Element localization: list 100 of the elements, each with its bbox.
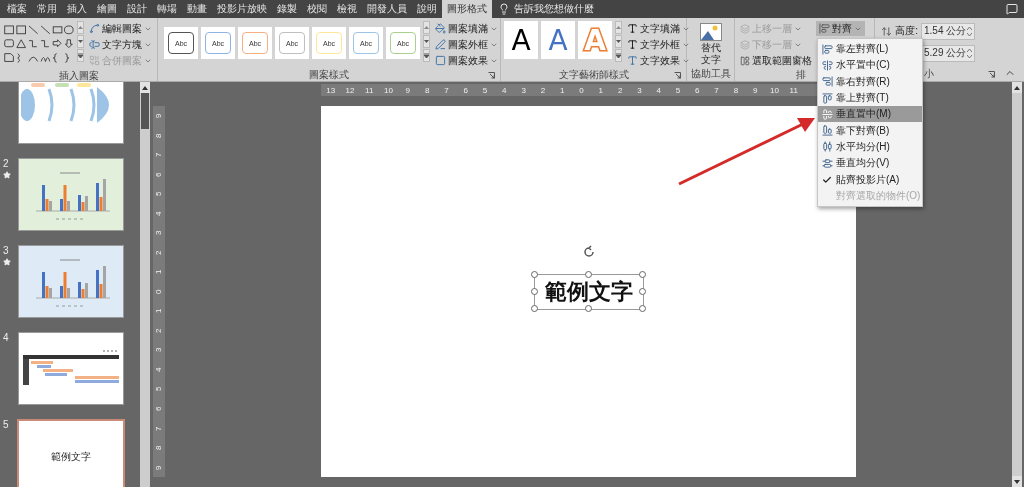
scrollbar-thumb[interactable] — [141, 93, 149, 129]
resize-handle[interactable] — [530, 304, 538, 312]
ribbon-tab[interactable]: 轉場 — [152, 0, 182, 18]
ribbon-button[interactable]: 圖案效果 — [433, 53, 500, 68]
gallery-up-button[interactable] — [77, 21, 84, 34]
menu-item[interactable]: 靠上對齊(T) — [818, 89, 922, 107]
menu-item[interactable]: 垂直置中(M) — [818, 106, 922, 123]
slide-thumbnail[interactable] — [18, 245, 124, 318]
dialog-launcher-icon[interactable] — [674, 72, 681, 79]
gallery-down-button[interactable] — [615, 35, 622, 48]
ribbon-button[interactable]: 選取範圍窗格 — [738, 53, 814, 68]
size-input-field[interactable]: 1.54 公分 — [921, 22, 975, 40]
comment-icon[interactable] — [1006, 3, 1018, 15]
ruler-number: 5 — [153, 386, 165, 394]
ruler-number: 3 — [520, 84, 527, 96]
resize-handle[interactable] — [530, 270, 538, 278]
resize-handle[interactable] — [584, 304, 592, 312]
tell-me-search-field[interactable]: 告訴我您想做什麼 — [514, 0, 594, 18]
gallery-down-button[interactable] — [423, 35, 430, 48]
spinner-icon[interactable] — [967, 47, 972, 59]
ribbon-button[interactable]: 圖案外框 — [433, 37, 500, 52]
ruler-number: 7 — [153, 151, 165, 160]
alt-text-button[interactable]: 替代文字 — [700, 42, 721, 65]
ruler-number: 7 — [443, 84, 450, 96]
resize-handle[interactable] — [530, 287, 538, 295]
ribbon-tab[interactable]: 動畫 — [182, 0, 212, 18]
ribbon-tab[interactable]: 設計 — [122, 0, 152, 18]
slide-thumbnail[interactable]: 範例文字 — [17, 419, 125, 487]
ribbon-button[interactable]: 文字方塊 — [87, 37, 154, 52]
size-input-field[interactable]: 5.29 公分 — [921, 44, 975, 62]
letter-fill-icon — [627, 23, 638, 34]
more-icon — [424, 53, 429, 58]
ribbon-tab[interactable]: 說明 — [412, 0, 442, 18]
menu-item[interactable]: 靠右對齊(R) — [818, 73, 922, 90]
ruler-number: 11 — [364, 84, 375, 96]
align-top-icon — [821, 92, 833, 104]
ribbon-tab[interactable]: 繪圖 — [92, 0, 122, 18]
scroll-down-button[interactable] — [1012, 476, 1022, 487]
ruler-number: 9 — [153, 464, 165, 472]
ribbon-tab[interactable]: 投影片放映 — [212, 0, 272, 18]
distribute-vertical-icon — [821, 157, 833, 169]
menu-item[interactable]: 貼齊投影片(A) — [818, 171, 922, 188]
ribbon-tab[interactable]: 校閱 — [302, 0, 332, 18]
slide-thumbnail[interactable] — [18, 332, 124, 405]
ribbon-button[interactable]: 文字效果 — [625, 53, 692, 68]
gallery-more-button[interactable] — [615, 49, 622, 62]
more-icon — [78, 53, 83, 58]
ribbon-button[interactable]: 文字外框 — [625, 37, 692, 52]
ruler-number: 10 — [769, 84, 780, 96]
resize-handle[interactable] — [638, 270, 646, 278]
ribbon-tab[interactable]: 檢視 — [332, 0, 362, 18]
caret-up-icon — [142, 85, 148, 90]
gallery-up-button[interactable] — [615, 21, 622, 34]
menu-item[interactable]: 靠下對齊(B) — [818, 122, 922, 139]
slide-thumbnail[interactable] — [18, 158, 124, 231]
ribbon-tab[interactable]: 錄製 — [272, 0, 302, 18]
menu-item[interactable]: 水平均分(H) — [818, 138, 922, 156]
ribbon-tab[interactable]: 開發人員 — [362, 0, 412, 18]
align-dropdown-button[interactable]: 對齊 — [816, 21, 865, 36]
more-icon — [616, 53, 621, 58]
menu-item[interactable]: 垂直均分(V) — [818, 155, 922, 172]
spinner-icon[interactable] — [967, 25, 972, 37]
slide-number: 4 — [3, 332, 9, 343]
ruler-number: 1 — [153, 268, 165, 277]
caret-down-icon — [78, 40, 83, 43]
wordart-style-tile[interactable]: A — [541, 21, 575, 59]
ribbon-button[interactable]: 編輯圖案 — [87, 21, 154, 36]
gallery-more-button[interactable] — [77, 49, 84, 62]
resize-handle[interactable] — [638, 287, 646, 295]
rotate-handle-icon[interactable] — [581, 244, 596, 259]
ruler-number: 2 — [153, 249, 165, 257]
ribbon-tab[interactable]: 圖形格式 — [442, 0, 492, 18]
dialog-launcher-icon[interactable] — [488, 72, 495, 79]
gallery-down-button[interactable] — [77, 35, 84, 48]
scroll-up-button[interactable] — [140, 82, 150, 93]
gallery-more-button[interactable] — [423, 49, 430, 62]
gallery-up-button[interactable] — [423, 21, 430, 34]
menu-item[interactable]: 靠左對齊(L) — [818, 41, 922, 58]
resize-handle[interactable] — [584, 270, 592, 278]
caret-down-icon — [1014, 479, 1020, 484]
wordart-style-tile[interactable]: A — [504, 21, 538, 59]
ribbon-button[interactable]: 文字填滿 — [625, 21, 692, 36]
merge-shapes-icon — [89, 55, 100, 66]
slide-number: 2 — [3, 158, 9, 169]
ruler-number: 12 — [344, 84, 356, 96]
ruler-number: 11 — [788, 84, 799, 96]
ribbon-tab[interactable]: 常用 — [32, 0, 62, 18]
ruler-number: 8 — [153, 444, 165, 453]
ribbon-tab[interactable]: 插入 — [62, 0, 92, 18]
caret-down-icon — [616, 40, 621, 43]
menu-item[interactable]: 水平置中(C) — [818, 57, 922, 74]
ruler-number: 6 — [694, 84, 701, 96]
ribbon-button[interactable]: 圖案填滿 — [433, 21, 500, 36]
slide-number: 3 — [3, 245, 9, 256]
lightbulb-icon[interactable] — [498, 3, 510, 15]
resize-handle[interactable] — [638, 304, 646, 312]
scroll-up-button[interactable] — [1012, 82, 1022, 93]
dialog-launcher-icon[interactable] — [988, 71, 995, 78]
ribbon-tab[interactable]: 檔案 — [2, 0, 32, 18]
paint-bucket-icon — [435, 23, 446, 34]
